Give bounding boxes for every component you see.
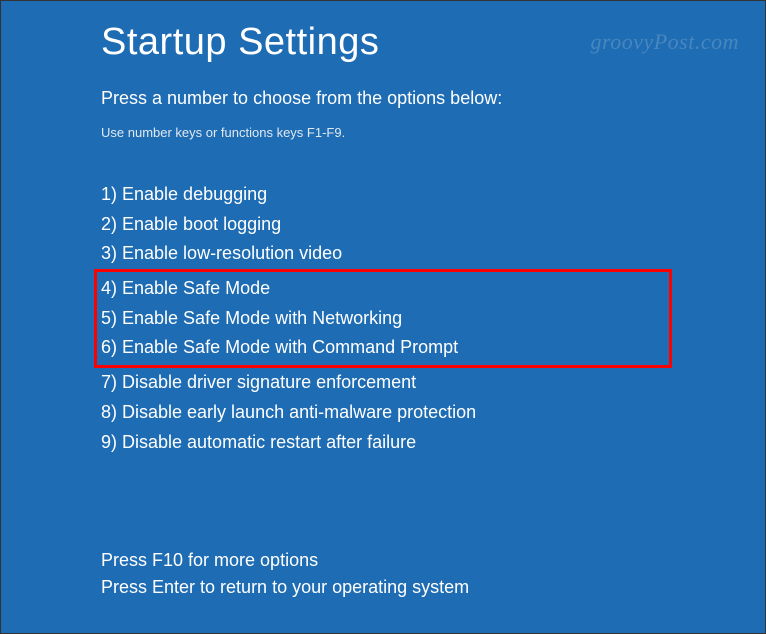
option-3-enable-low-resolution-video[interactable]: 3) Enable low-resolution video [101,239,665,269]
startup-settings-screen: Startup Settings Press a number to choos… [1,1,765,621]
watermark-text: groovyPost.com [590,29,739,55]
option-7-disable-driver-signature[interactable]: 7) Disable driver signature enforcement [101,368,665,398]
highlight-annotation-box: 4) Enable Safe Mode 5) Enable Safe Mode … [94,269,672,368]
option-1-enable-debugging[interactable]: 1) Enable debugging [101,180,665,210]
footer-return: Press Enter to return to your operating … [101,574,665,601]
option-5-enable-safe-mode-networking[interactable]: 5) Enable Safe Mode with Networking [101,304,665,334]
option-6-enable-safe-mode-command-prompt[interactable]: 6) Enable Safe Mode with Command Prompt [101,333,665,363]
instruction-hint: Use number keys or functions keys F1-F9. [101,125,665,140]
footer-more-options: Press F10 for more options [101,547,665,574]
option-9-disable-automatic-restart[interactable]: 9) Disable automatic restart after failu… [101,428,665,458]
options-list: 1) Enable debugging 2) Enable boot loggi… [101,180,665,457]
option-4-enable-safe-mode[interactable]: 4) Enable Safe Mode [101,274,665,304]
instruction-subtitle: Press a number to choose from the option… [101,88,665,109]
option-2-enable-boot-logging[interactable]: 2) Enable boot logging [101,210,665,240]
page-title: Startup Settings [101,21,665,64]
option-8-disable-anti-malware[interactable]: 8) Disable early launch anti-malware pro… [101,398,665,428]
